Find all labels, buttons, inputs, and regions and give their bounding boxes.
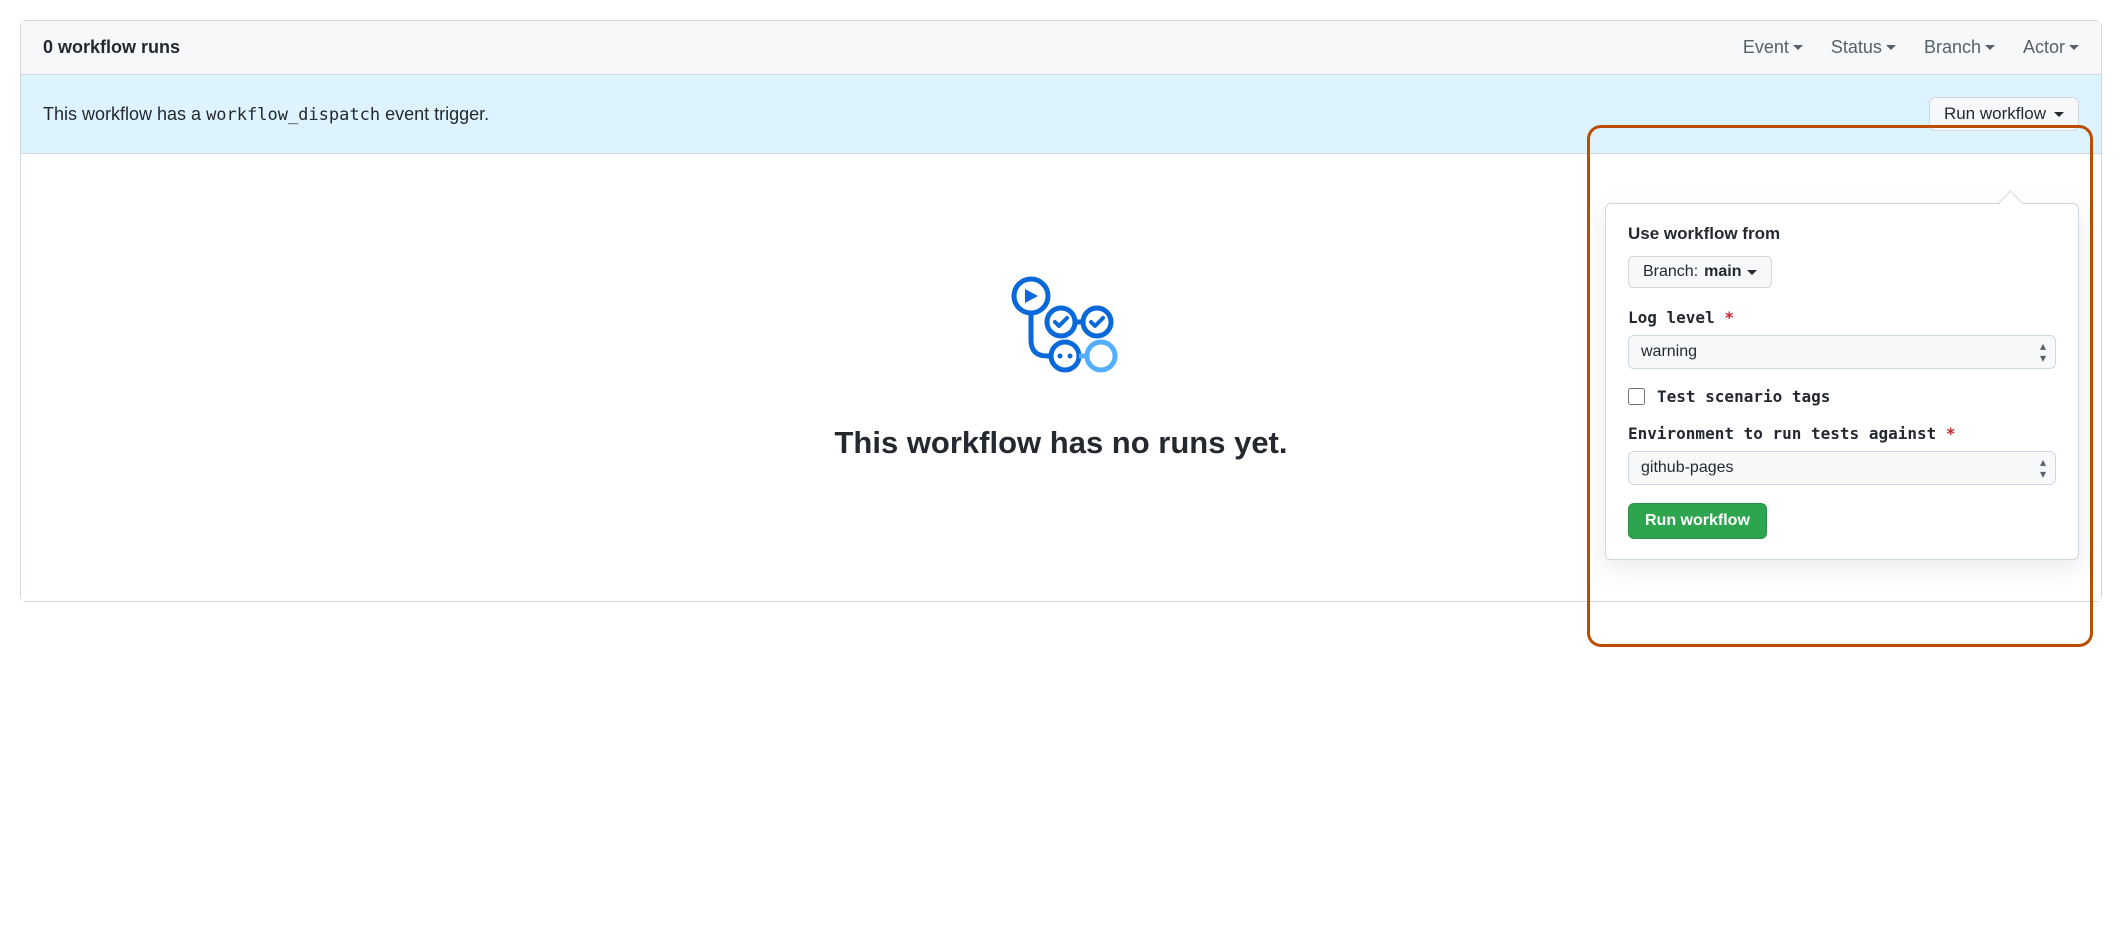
workflow-runs-panel: 0 workflow runs Event Status Branch Acto… <box>20 20 2102 602</box>
caret-down-icon <box>1985 45 1995 50</box>
test-scenario-label: Test scenario tags <box>1657 387 1830 406</box>
banner-code: workflow_dispatch <box>206 105 380 125</box>
filter-branch-label: Branch <box>1924 37 1981 58</box>
log-level-label-text: Log level <box>1628 308 1715 327</box>
caret-down-icon <box>1886 45 1896 50</box>
filter-status-label: Status <box>1831 37 1882 58</box>
filter-actor-label: Actor <box>2023 37 2065 58</box>
banner-text-prefix: This workflow has a <box>43 104 206 124</box>
test-scenario-checkbox-row: Test scenario tags <box>1628 387 2056 406</box>
dispatch-banner: This workflow has a workflow_dispatch ev… <box>21 75 2101 154</box>
run-workflow-popover: Use workflow from Branch: main Log level… <box>1605 203 2079 560</box>
run-workflow-button-label: Run workflow <box>1944 104 2046 124</box>
run-workflow-dropdown-button[interactable]: Run workflow <box>1929 97 2079 131</box>
filter-event-label: Event <box>1743 37 1789 58</box>
test-scenario-checkbox[interactable] <box>1628 388 1645 405</box>
environment-label-text: Environment to run tests against <box>1628 424 1936 443</box>
log-level-label: Log level * <box>1628 308 2056 327</box>
filter-branch[interactable]: Branch <box>1924 37 1995 58</box>
popover-content: Use workflow from Branch: main Log level… <box>1605 203 2079 560</box>
caret-down-icon <box>1793 45 1803 50</box>
environment-select[interactable] <box>1628 451 2056 485</box>
filter-status[interactable]: Status <box>1831 37 1896 58</box>
required-asterisk-icon: * <box>1724 308 1734 327</box>
required-asterisk-icon: * <box>1946 424 1956 443</box>
branch-name: main <box>1704 263 1741 281</box>
branch-selector-button[interactable]: Branch: main <box>1628 256 1772 288</box>
log-level-select[interactable] <box>1628 335 2056 369</box>
caret-down-icon <box>2069 45 2079 50</box>
caret-down-icon <box>2054 112 2064 117</box>
use-workflow-from-label: Use workflow from <box>1628 224 2056 244</box>
caret-down-icon <box>1747 270 1757 275</box>
environment-label: Environment to run tests against * <box>1628 424 2056 443</box>
environment-select-wrapper: ▴▾ <box>1628 451 2056 485</box>
branch-prefix: Branch: <box>1643 263 1698 281</box>
filter-actor[interactable]: Actor <box>2023 37 2079 58</box>
workflow-graph-icon <box>1003 274 1119 385</box>
banner-text: This workflow has a workflow_dispatch ev… <box>43 104 489 125</box>
runs-header: 0 workflow runs Event Status Branch Acto… <box>21 21 2101 75</box>
filter-event[interactable]: Event <box>1743 37 1803 58</box>
log-level-select-wrapper: ▴▾ <box>1628 335 2056 369</box>
filter-bar: Event Status Branch Actor <box>1743 37 2079 58</box>
runs-count-label: 0 workflow runs <box>43 37 180 58</box>
run-workflow-submit-button[interactable]: Run workflow <box>1628 503 1767 539</box>
banner-text-suffix: event trigger. <box>380 104 489 124</box>
